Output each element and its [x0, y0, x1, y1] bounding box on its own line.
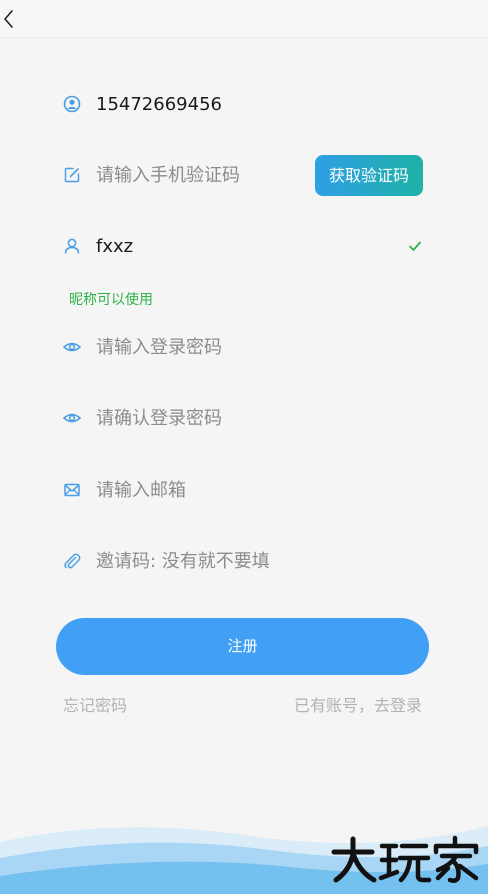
eye-icon — [62, 408, 82, 428]
verification-code-input[interactable] — [96, 155, 336, 195]
password-row — [62, 327, 428, 367]
nickname-input[interactable] — [96, 226, 336, 266]
forgot-password-link[interactable]: 忘记密码 — [63, 695, 127, 717]
register-button[interactable]: 注册 — [56, 618, 429, 675]
email-input[interactable] — [96, 470, 336, 510]
confirm-password-row — [62, 398, 428, 438]
back-button[interactable] — [0, 6, 24, 32]
get-code-button[interactable]: 获取验证码 — [315, 155, 423, 196]
nickname-row — [62, 226, 428, 266]
invite-row — [62, 541, 428, 581]
paperclip-icon — [62, 551, 82, 571]
phone-input[interactable] — [96, 84, 336, 124]
user-circle-icon — [62, 94, 82, 114]
register-screen: 获取验证码 昵称可以使用 — [0, 0, 488, 894]
confirm-password-input[interactable] — [96, 398, 336, 438]
mail-icon — [62, 480, 82, 500]
nickname-status-text: 昵称可以使用 — [69, 292, 153, 308]
user-icon — [62, 236, 82, 256]
check-icon — [407, 238, 423, 254]
go-login-link[interactable]: 已有账号，去登录 — [294, 695, 422, 717]
chevron-left-icon — [4, 10, 13, 28]
eye-icon — [62, 337, 82, 357]
edit-icon — [62, 165, 82, 185]
top-bar — [0, 0, 488, 38]
email-row — [62, 470, 428, 510]
phone-row — [62, 84, 428, 124]
invite-code-input[interactable] — [96, 541, 336, 581]
password-input[interactable] — [96, 327, 336, 367]
watermark-logo — [330, 834, 480, 886]
